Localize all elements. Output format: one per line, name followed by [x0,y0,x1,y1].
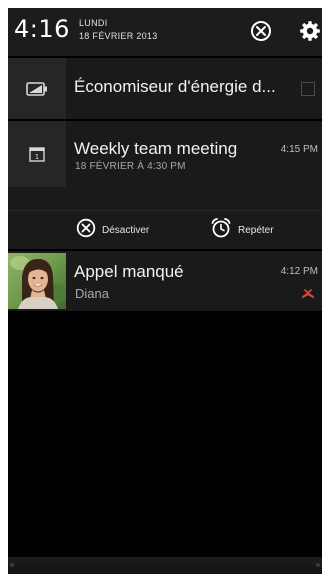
missed-call-icon [301,287,315,305]
snooze-button[interactable]: Repéter [210,217,274,244]
battery-saver-icon [8,58,66,119]
notification-missed-call[interactable]: Appel manqué Diana 4:12 PM [8,251,322,311]
contact-photo [8,253,66,309]
notification-calendar-event[interactable]: 1 Weekly team meeting 18 FÉVRIER À 4:30 … [8,121,322,249]
clock: 4:16 [14,15,70,43]
dismiss-icon [76,218,96,243]
notification-title: Appel manqué [74,262,184,281]
power-saver-checkbox[interactable] [301,82,315,96]
divider [8,210,322,211]
notification-shade: 4:16 LUNDI 18 FÉVRIER 2013 Économiseur d… [8,8,322,574]
clear-all-icon[interactable] [250,20,272,42]
caller-name: Diana [75,286,109,301]
dismiss-label: Désactiver [102,224,150,236]
calendar-icon: 1 [8,121,66,187]
full-date: 18 FÉVRIER 2013 [79,31,158,41]
notification-time: 4:15 PM [280,144,318,155]
event-datetime: 18 FÉVRIER À 4:30 PM [75,161,186,172]
notification-title: Économiseur d'énergie d... [74,77,276,96]
snooze-label: Repéter [238,224,274,236]
notification-power-saver[interactable]: Économiseur d'énergie d... [8,58,322,119]
status-header: 4:16 LUNDI 18 FÉVRIER 2013 [8,8,322,56]
settings-gear-icon[interactable] [299,20,321,42]
alarm-clock-icon [210,217,232,244]
handle-dot [10,563,14,567]
notification-title: Weekly team meeting [74,139,238,158]
handle-dot [316,563,320,567]
dismiss-button[interactable]: Désactiver [76,218,149,242]
day-of-week: LUNDI [79,18,108,28]
svg-text:1: 1 [35,153,39,161]
notification-time: 4:12 PM [280,266,318,277]
shade-drag-handle[interactable] [8,557,322,574]
